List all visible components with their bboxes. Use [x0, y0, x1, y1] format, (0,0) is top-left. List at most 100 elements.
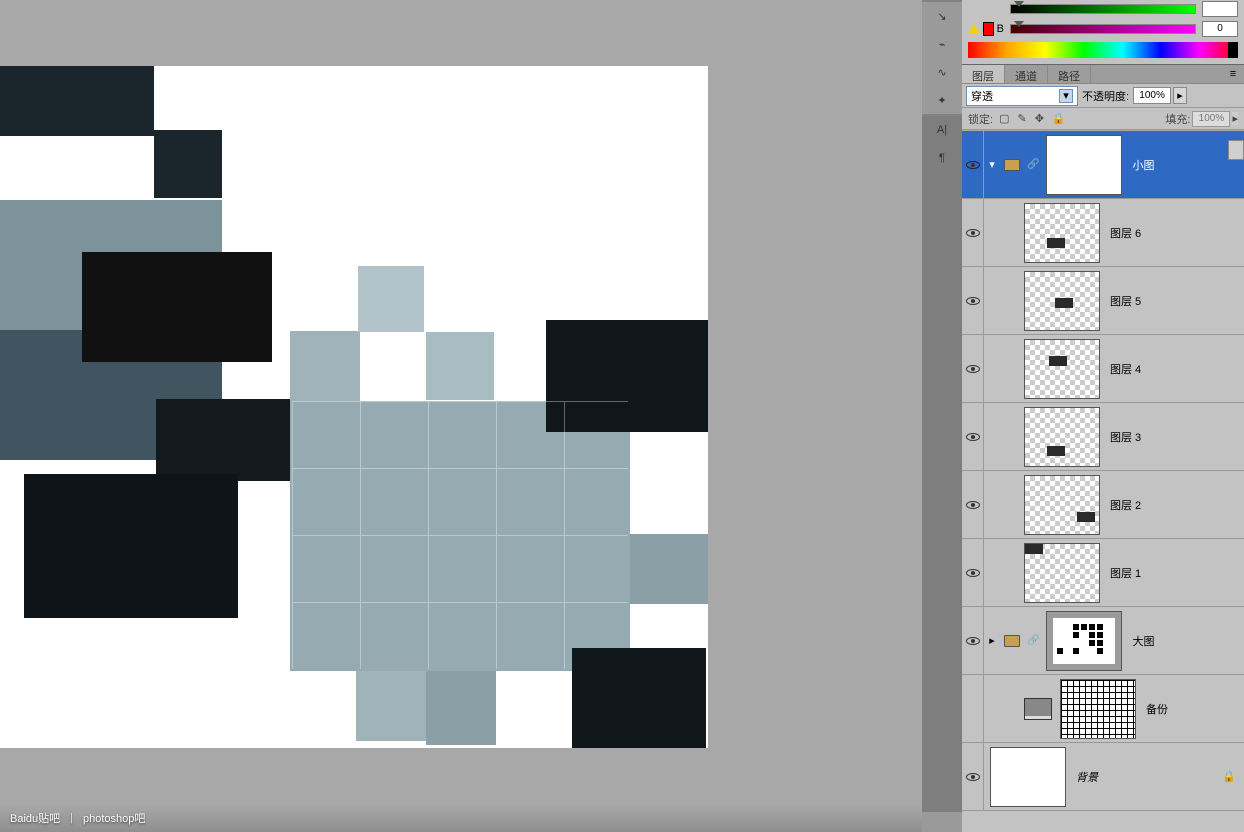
lock-icon: 🔒 [1222, 770, 1236, 783]
lock-row: 锁定: ▢ ✎ ✥ 🔒 填充: ▸ [962, 108, 1244, 130]
layer-name[interactable]: 图层 2 [1104, 497, 1141, 513]
hue-strip[interactable] [968, 42, 1238, 58]
layer-row[interactable]: 备份 [962, 675, 1244, 743]
tile [0, 66, 154, 136]
lock-label: 锁定: [968, 111, 993, 127]
tool-strip: ↘ ⌁ ∿ ✦ A| ¶ [922, 0, 962, 832]
eye-icon [966, 365, 980, 373]
layer-thumb[interactable] [1046, 611, 1122, 671]
layer-name[interactable]: 背景 [1070, 769, 1098, 785]
right-panel: B 0 图层 通道 路径 ≡ 穿透 ▾ 不透明度: ▸ 锁定: ▢ ✎ ✥ [962, 0, 1244, 832]
visibility-toggle[interactable] [962, 675, 984, 742]
tab-paths[interactable]: 路径 [1048, 65, 1091, 83]
layer-thumb[interactable] [1024, 407, 1100, 467]
visibility-toggle[interactable] [962, 131, 984, 198]
tool-curve-icon[interactable]: ∿ [922, 58, 962, 86]
value-b[interactable]: 0 [1202, 21, 1238, 37]
layer-row[interactable]: ▸ 🔗 大图 [962, 607, 1244, 675]
layer-thumb[interactable] [1024, 543, 1100, 603]
fill-flyout-icon: ▸ [1232, 112, 1238, 125]
blend-mode-value: 穿透 [971, 88, 993, 104]
eye-icon [966, 229, 980, 237]
group-toggle[interactable]: ▾ [984, 158, 1000, 171]
gamut-warning-icon[interactable] [968, 24, 980, 34]
layer-row[interactable]: 图层 4 [962, 335, 1244, 403]
layer-row[interactable]: 图层 2 [962, 471, 1244, 539]
visibility-toggle[interactable] [962, 743, 984, 810]
opacity-input[interactable] [1133, 87, 1171, 104]
watermark-brand: Baidu贴吧 [10, 810, 60, 826]
eye-icon [966, 501, 980, 509]
tab-layers[interactable]: 图层 [962, 65, 1005, 83]
eye-icon [966, 297, 980, 305]
tool-paragraph-icon[interactable]: ¶ [922, 144, 962, 172]
tool-stamp-icon[interactable]: ✦ [922, 86, 962, 114]
layer-name[interactable]: 图层 3 [1104, 429, 1141, 445]
opacity-label: 不透明度: [1082, 88, 1129, 104]
eye-icon [966, 433, 980, 441]
chevron-down-icon: ▾ [1059, 89, 1073, 103]
layer-name[interactable]: 备份 [1140, 701, 1168, 717]
tool-typea-icon[interactable]: A| [922, 116, 962, 144]
layer-thumb[interactable] [1024, 475, 1100, 535]
visibility-toggle[interactable] [962, 607, 984, 674]
color-picker: B 0 [962, 0, 1244, 64]
folder-icon [1004, 159, 1020, 171]
lock-transparency-icon[interactable]: ▢ [999, 112, 1009, 125]
fill-label: 填充: [1165, 111, 1190, 127]
tool-pointer-icon[interactable]: ↘ [922, 2, 962, 30]
group-toggle[interactable]: ▸ [984, 634, 1000, 647]
artboard[interactable] [0, 66, 708, 748]
layer-thumb[interactable] [1024, 203, 1100, 263]
watermark-sep: | [70, 812, 73, 824]
visibility-toggle[interactable] [962, 403, 984, 470]
layer-row[interactable]: ▾🔗小图 [962, 131, 1244, 199]
channel-b-label: B [997, 23, 1004, 35]
visibility-toggle[interactable] [962, 539, 984, 606]
fill-input [1192, 111, 1230, 127]
panel-tabs: 图层 通道 路径 ≡ [962, 64, 1244, 84]
layer-thumb[interactable] [1024, 271, 1100, 331]
eye-icon [966, 773, 980, 781]
mask-thumb[interactable] [1060, 679, 1136, 739]
layer-name[interactable]: 图层 1 [1104, 565, 1141, 581]
tool-db-icon[interactable]: ⌁ [922, 30, 962, 58]
value-g[interactable] [1202, 1, 1238, 17]
folder-icon [1004, 635, 1020, 647]
panel-menu-icon[interactable]: ≡ [1222, 65, 1244, 83]
opacity-flyout-icon[interactable]: ▸ [1173, 87, 1187, 104]
visibility-toggle[interactable] [962, 199, 984, 266]
layer-name[interactable]: 小图 [1126, 157, 1154, 173]
layer-thumb[interactable] [1046, 135, 1122, 195]
slider-g[interactable] [1010, 4, 1196, 14]
layer-row[interactable]: 图层 1 [962, 539, 1244, 607]
layer-name[interactable]: 大图 [1126, 633, 1154, 649]
eye-icon [966, 637, 980, 645]
layer-name[interactable]: 图层 4 [1104, 361, 1141, 377]
layer-row[interactable]: 背景 🔒 [962, 743, 1244, 811]
blend-mode-select[interactable]: 穿透 ▾ [966, 86, 1078, 106]
lock-all-icon[interactable]: 🔒 [1052, 112, 1066, 125]
layer-list[interactable]: ▾🔗小图图层 6 图层 5 图层 4 图层 3 图层 2 图层 1 ▸ 🔗 大图备份背景 🔒 [962, 130, 1244, 832]
layer-row[interactable]: 图层 3 [962, 403, 1244, 471]
color-swatch[interactable] [983, 22, 994, 36]
layer-thumb[interactable] [990, 747, 1066, 807]
layer-thumb[interactable] [1024, 339, 1100, 399]
layer-row[interactable]: 图层 6 [962, 199, 1244, 267]
visibility-toggle[interactable] [962, 335, 984, 402]
lock-paint-icon[interactable]: ✎ [1017, 112, 1026, 125]
slider-b[interactable] [1010, 24, 1196, 34]
scrollbar[interactable] [1228, 140, 1244, 160]
eye-icon [966, 161, 980, 169]
watermark-board: photoshop吧 [83, 810, 145, 826]
layer-name[interactable]: 图层 6 [1104, 225, 1141, 241]
tab-channels[interactable]: 通道 [1005, 65, 1048, 83]
visibility-toggle[interactable] [962, 267, 984, 334]
layer-row[interactable]: 图层 5 [962, 267, 1244, 335]
canvas-area[interactable]: Baidu贴吧 | photoshop吧 [0, 0, 922, 832]
lock-move-icon[interactable]: ✥ [1035, 112, 1044, 125]
link-icon: 🔗 [1027, 635, 1039, 646]
visibility-toggle[interactable] [962, 471, 984, 538]
layer-thumb[interactable] [1024, 698, 1052, 720]
layer-name[interactable]: 图层 5 [1104, 293, 1141, 309]
